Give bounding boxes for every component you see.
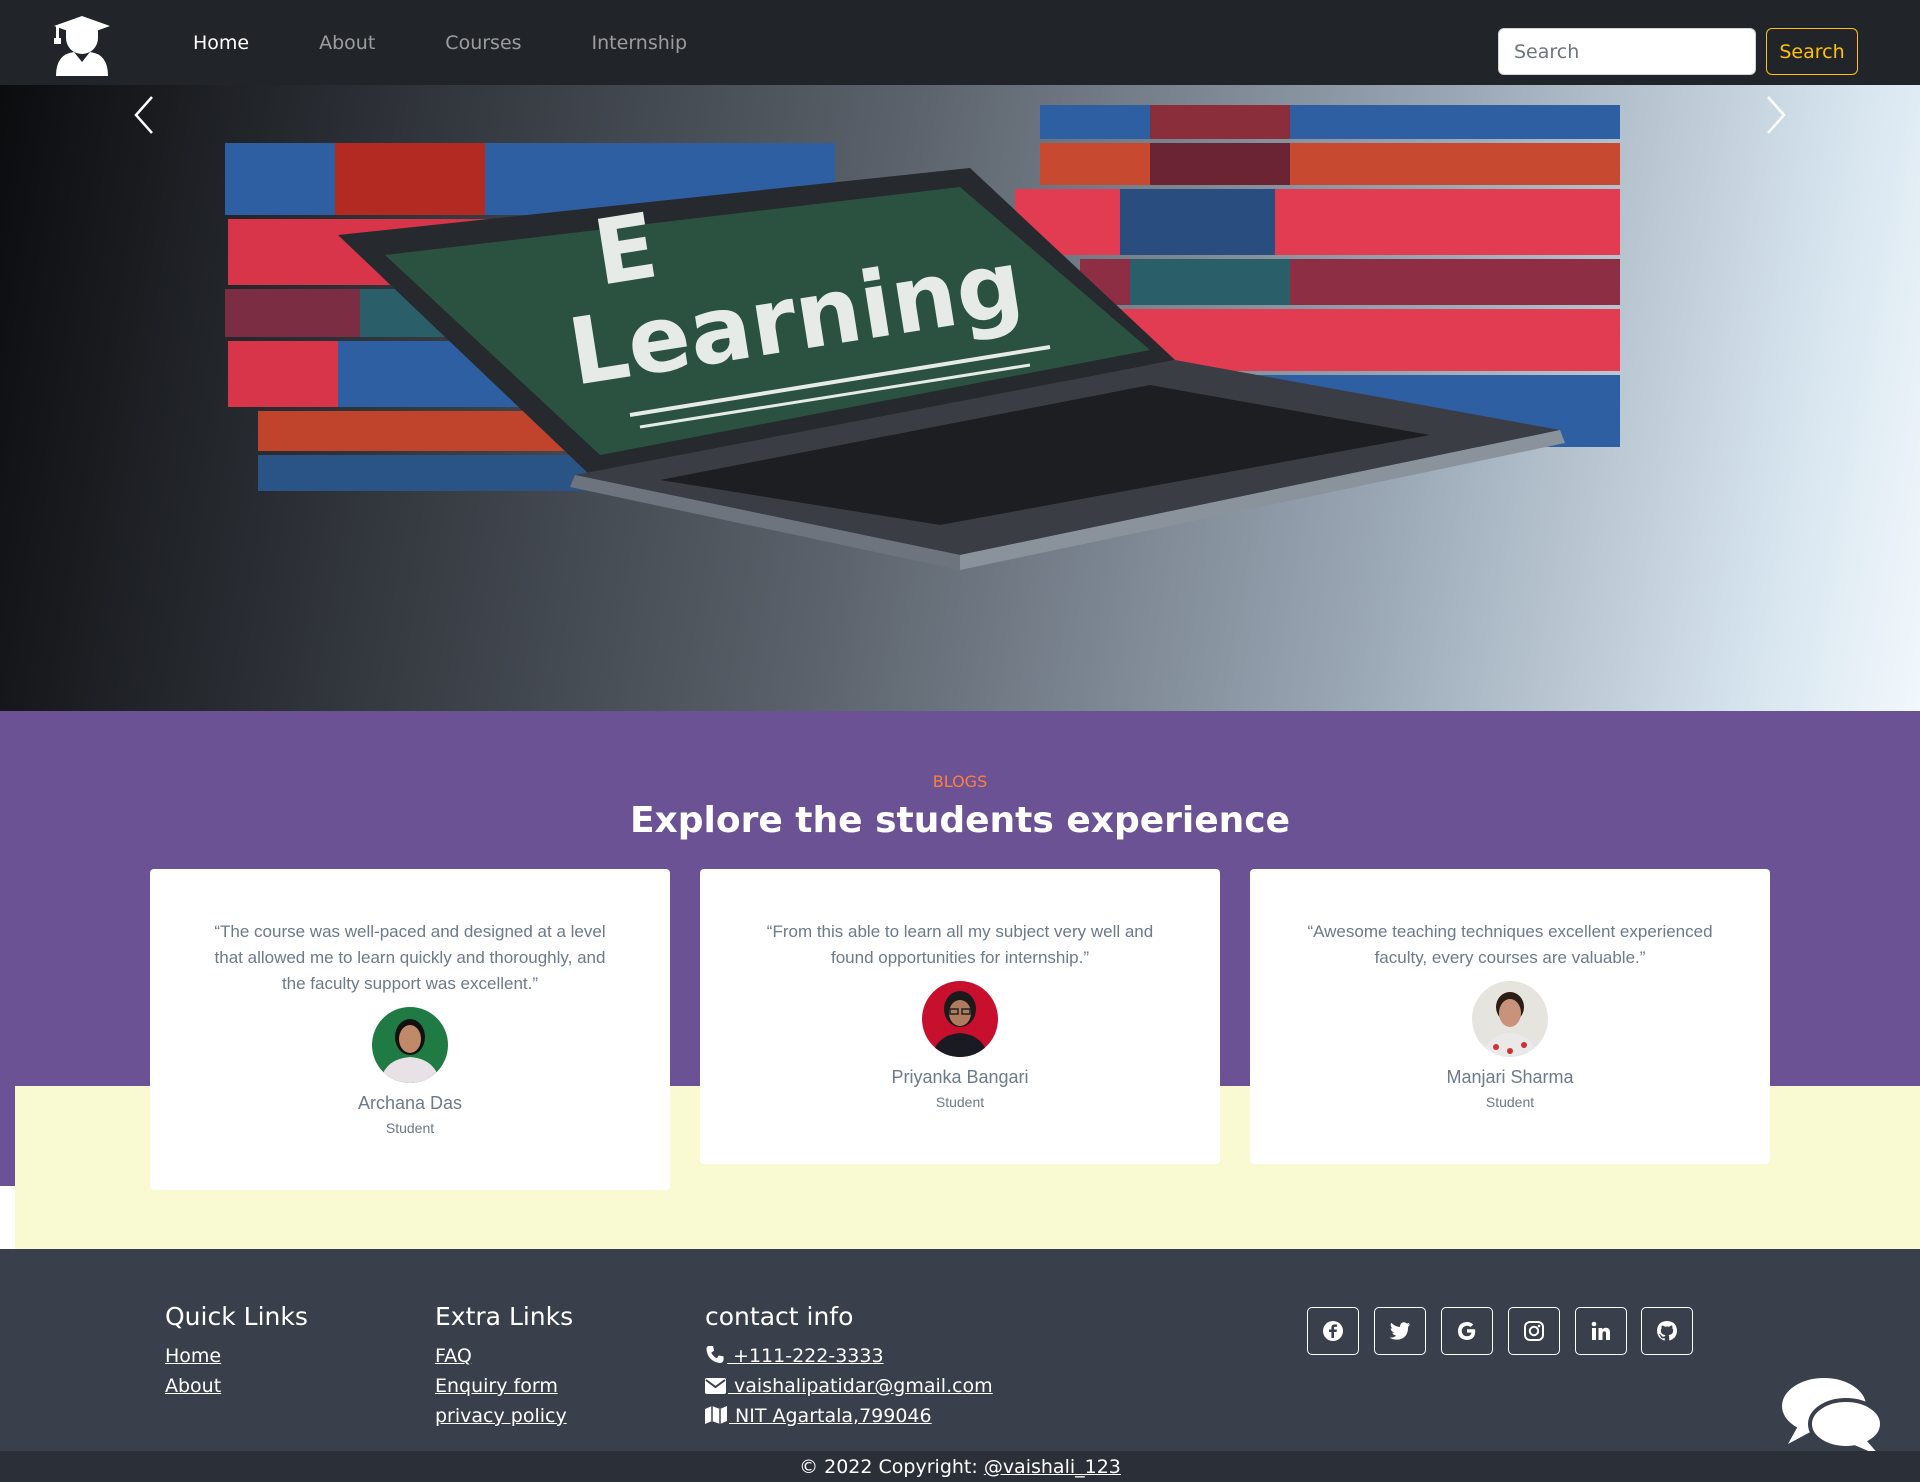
carousel-next-icon[interactable] — [1756, 85, 1796, 145]
footer-link-privacy[interactable]: privacy policy — [435, 1401, 573, 1431]
e-learning-illustration: E Learning — [225, 105, 1620, 570]
graduate-logo-icon[interactable] — [52, 14, 112, 76]
nav-link-courses[interactable]: Courses — [445, 32, 521, 54]
quick-links-title: Quick Links — [165, 1302, 308, 1331]
search-input[interactable] — [1498, 28, 1756, 75]
contact-email-link[interactable]: vaishalipatidar@gmail.com — [705, 1371, 993, 1401]
facebook-icon — [1323, 1321, 1343, 1341]
google-icon — [1458, 1322, 1476, 1340]
blogs-label: BLOGS — [932, 772, 988, 791]
testimonial-card: “The course was well-paced and designed … — [150, 869, 670, 1190]
chat-bubbles-icon[interactable] — [1780, 1374, 1884, 1458]
navbar: Home About Courses Internship Search — [0, 0, 1920, 85]
avatar — [372, 1007, 448, 1083]
footer-link-home[interactable]: Home — [165, 1341, 308, 1371]
nav-link-internship[interactable]: Internship — [592, 32, 688, 54]
contact-phone: +111-222-3333 — [727, 1345, 884, 1367]
testimonial-card: “From this able to learn all my subject … — [700, 869, 1220, 1164]
github-icon — [1657, 1321, 1677, 1341]
contact-email: vaishalipatidar@gmail.com — [728, 1375, 993, 1397]
linkedin-button[interactable] — [1575, 1307, 1627, 1355]
copyright-text: © 2022 Copyright: — [799, 1456, 984, 1478]
copyright-bar: © 2022 Copyright: @vaishali_123 — [0, 1451, 1920, 1482]
instagram-icon — [1524, 1321, 1544, 1341]
hero-carousel: E Learning — [0, 85, 1920, 711]
student-role: Student — [935, 1094, 985, 1110]
google-button[interactable] — [1441, 1307, 1493, 1355]
testimonial-quote: “From this able to learn all my subject … — [766, 922, 1154, 967]
contact-info-title: contact info — [705, 1302, 854, 1331]
quick-links-column: Quick Links Home About — [165, 1302, 308, 1401]
nav-link-home[interactable]: Home — [193, 32, 249, 54]
avatar — [922, 981, 998, 1057]
contact-phone-link[interactable]: +111-222-3333 — [705, 1341, 993, 1371]
contact-address-link[interactable]: NIT Agartala,799046 — [705, 1401, 993, 1431]
extra-links-title: Extra Links — [435, 1302, 574, 1331]
nav-links: Home About Courses Internship — [158, 0, 722, 85]
avatar — [1472, 981, 1548, 1057]
contact-info-column: contact info +111-222-3333 vaishalipatid… — [705, 1302, 993, 1431]
blogs-title: Explore the students experience — [629, 800, 1291, 841]
search-button[interactable]: Search — [1766, 28, 1858, 75]
twitter-icon — [1389, 1322, 1411, 1340]
phone-icon — [706, 1345, 724, 1364]
student-role: Student — [1485, 1094, 1535, 1110]
envelope-icon — [705, 1378, 726, 1394]
testimonial-quote: “Awesome teaching techniques excellent e… — [1307, 922, 1713, 967]
copyright-handle-link[interactable]: @vaishali_123 — [984, 1456, 1121, 1478]
student-name: Archana Das — [357, 1093, 463, 1113]
map-icon — [705, 1406, 727, 1424]
linkedin-icon — [1591, 1321, 1610, 1340]
student-name: Manjari Sharma — [1446, 1067, 1574, 1087]
testimonial-quote: “The course was well-paced and designed … — [214, 922, 606, 993]
student-name: Priyanka Bangari — [891, 1067, 1029, 1087]
testimonial-card: “Awesome teaching techniques excellent e… — [1250, 869, 1770, 1164]
nav-link-about[interactable]: About — [319, 32, 375, 54]
footer-link-faq[interactable]: FAQ — [435, 1341, 573, 1371]
carousel-prev-icon[interactable] — [124, 85, 164, 145]
facebook-button[interactable] — [1307, 1307, 1359, 1355]
footer-link-about[interactable]: About — [165, 1371, 308, 1401]
instagram-button[interactable] — [1508, 1307, 1560, 1355]
github-button[interactable] — [1641, 1307, 1693, 1355]
extra-links-column: Extra Links FAQ Enquiry form privacy pol… — [435, 1302, 573, 1431]
footer-link-enquiry[interactable]: Enquiry form — [435, 1371, 573, 1401]
twitter-button[interactable] — [1374, 1307, 1426, 1355]
student-role: Student — [385, 1120, 435, 1136]
contact-address: NIT Agartala,799046 — [729, 1405, 932, 1427]
